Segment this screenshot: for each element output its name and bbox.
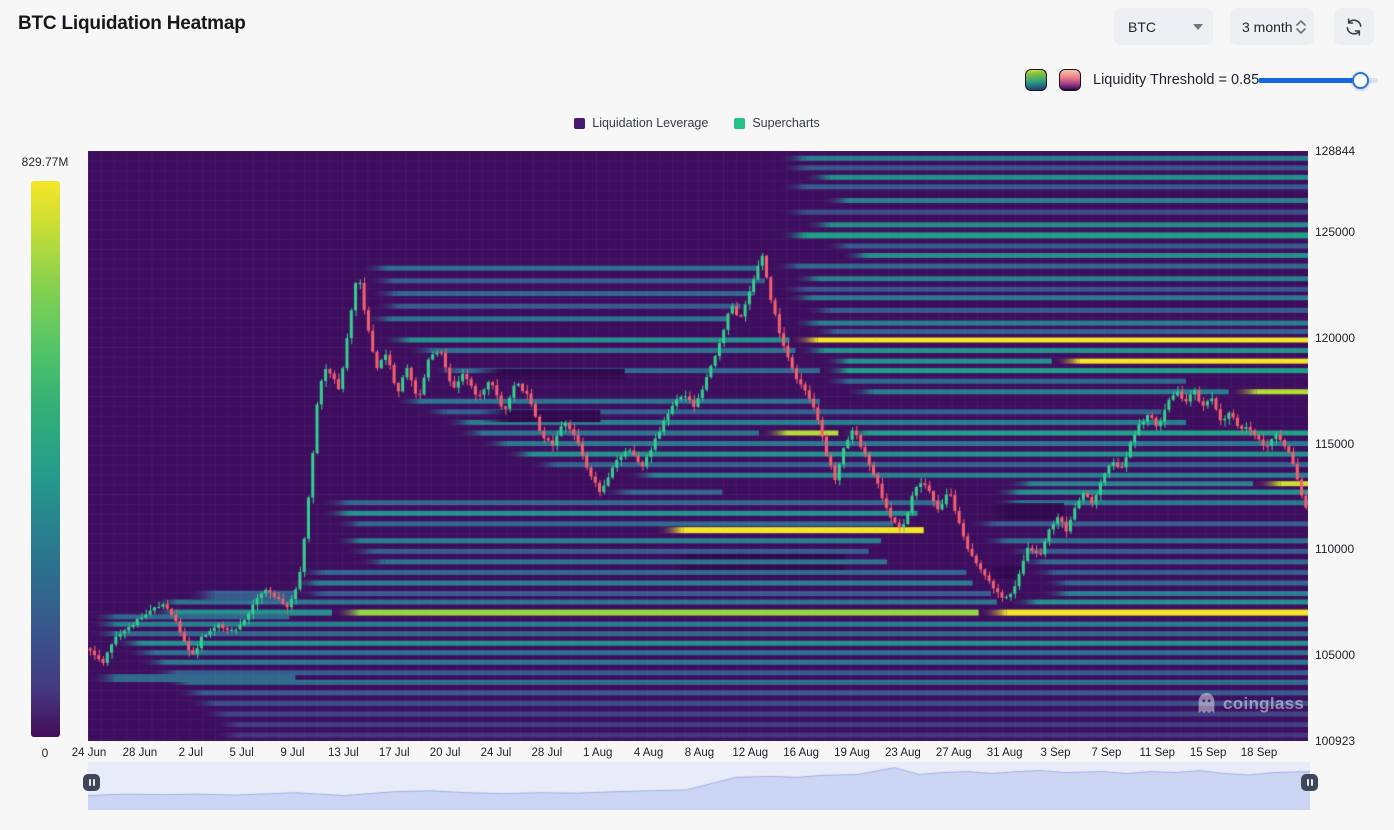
refresh-icon (1344, 17, 1364, 37)
date-axis-label: 28 Jul (531, 747, 562, 759)
colorbar-max-label: 829.77M (0, 155, 90, 169)
navigator-area-chart (88, 762, 1310, 810)
date-axis-label: 20 Jul (430, 747, 461, 759)
period-select-value: 3 month (1242, 19, 1293, 35)
threshold-slider-handle[interactable] (1352, 72, 1369, 89)
date-axis-label: 24 Jun (72, 747, 107, 759)
price-axis-label: 125000 (1315, 225, 1355, 239)
threshold-slider-fill (1258, 78, 1360, 83)
price-axis-label: 120000 (1315, 331, 1355, 345)
price-axis-label: 105000 (1315, 648, 1355, 662)
legend-label: Supercharts (752, 116, 819, 130)
symbol-select-value: BTC (1128, 19, 1156, 35)
navigator-right-handle[interactable] (1301, 774, 1318, 791)
legend-item-supercharts[interactable]: Supercharts (734, 116, 819, 130)
colorbar-gradient (31, 181, 60, 737)
magma-palette-button[interactable] (1059, 69, 1081, 91)
date-axis-label: 3 Sep (1040, 747, 1070, 759)
date-axis-label: 2 Jul (179, 747, 203, 759)
range-navigator[interactable] (88, 762, 1310, 810)
threshold-label: Liquidity Threshold = 0.85 (1093, 72, 1259, 88)
date-axis-label: 19 Aug (834, 747, 870, 759)
chart-legend: Liquidation Leverage Supercharts (0, 116, 1394, 130)
price-axis-label: 115000 (1315, 437, 1354, 451)
liquidation-heatmap-canvas[interactable] (88, 151, 1308, 741)
date-axis-label: 28 Jun (123, 747, 158, 759)
price-axis-label: 128844 (1315, 144, 1355, 158)
viridis-palette-button[interactable] (1025, 69, 1047, 91)
date-axis-label: 15 Sep (1190, 747, 1226, 759)
page-title: BTC Liquidation Heatmap (18, 13, 246, 35)
date-axis-label: 9 Jul (280, 747, 304, 759)
legend-item-liquidation-leverage[interactable]: Liquidation Leverage (574, 116, 708, 130)
date-axis-label: 23 Aug (885, 747, 921, 759)
date-axis-label: 11 Sep (1139, 747, 1175, 759)
liquidation-heatmap-page: BTC Liquidation Heatmap BTC 3 month Liqu… (0, 0, 1394, 830)
unfold-more-icon (1294, 16, 1308, 38)
date-axis-label: 17 Jul (379, 747, 410, 759)
refresh-button[interactable] (1334, 8, 1374, 45)
date-axis-label: 27 Aug (936, 747, 972, 759)
date-axis: 24 Jun28 Jun2 Jul5 Jul9 Jul13 Jul17 Jul2… (88, 747, 1310, 763)
chevron-down-icon (1193, 24, 1203, 30)
legend-label: Liquidation Leverage (592, 116, 708, 130)
date-axis-label: 12 Aug (732, 747, 768, 759)
period-select[interactable]: 3 month (1230, 8, 1314, 45)
date-axis-label: 8 Aug (685, 747, 714, 759)
date-axis-label: 5 Jul (229, 747, 253, 759)
date-axis-label: 4 Aug (634, 747, 663, 759)
date-axis-label: 24 Jul (481, 747, 512, 759)
date-axis-label: 18 Sep (1241, 747, 1277, 759)
price-axis-label: 100923 (1315, 734, 1355, 748)
legend-swatch-purple (574, 118, 585, 129)
legend-swatch-green (734, 118, 745, 129)
date-axis-label: 1 Aug (583, 747, 612, 759)
price-axis-label: 110000 (1315, 542, 1354, 556)
threshold-slider[interactable] (1258, 78, 1378, 83)
symbol-select[interactable]: BTC (1114, 8, 1213, 45)
date-axis-label: 16 Aug (783, 747, 819, 759)
date-axis-label: 31 Aug (987, 747, 1023, 759)
date-axis-label: 7 Sep (1091, 747, 1121, 759)
date-axis-label: 13 Jul (328, 747, 359, 759)
navigator-left-handle[interactable] (83, 774, 100, 791)
